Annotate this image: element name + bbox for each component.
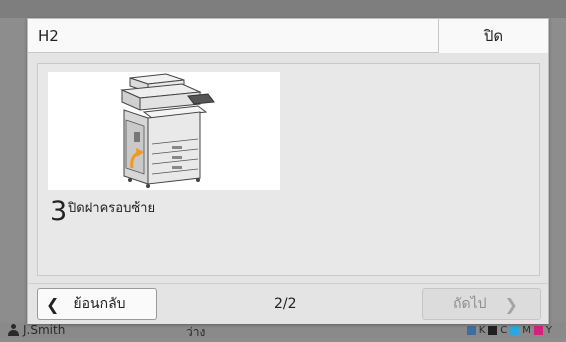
toner-c-swatch (510, 326, 520, 335)
instruction-panel: 3 ปิดฝาครอบซ้าย (37, 63, 540, 276)
toner-status-icon (466, 326, 476, 335)
page-indicator: 2/2 (274, 296, 297, 312)
background-user: J.Smith (8, 322, 65, 338)
dialog-title-bar: H2 ปิด (28, 19, 548, 53)
background-user-name: J.Smith (23, 323, 66, 337)
step-number: 3 (50, 196, 68, 227)
back-button-label: ย้อนกลับ (73, 296, 126, 312)
background-status-bar: J.Smith ว่าง K C M Y (0, 322, 566, 339)
close-button[interactable]: ปิด (438, 19, 548, 53)
back-button[interactable]: ❮ ย้อนกลับ (37, 288, 157, 320)
dialog-title: H2 (38, 27, 59, 45)
toner-c-label: C (500, 325, 508, 336)
toner-m-label: M (522, 325, 531, 336)
step-instruction: ปิดฝาครอบซ้าย (68, 201, 156, 216)
user-icon (8, 324, 19, 336)
toner-levels: K C M Y (466, 325, 552, 336)
toner-y-label: Y (545, 325, 552, 336)
background-top-bar (0, 0, 566, 18)
next-button[interactable]: ถัดไป ❯ (422, 288, 541, 320)
chevron-right-icon: ❯ (504, 294, 518, 314)
dialog-footer: ❮ ย้อนกลับ 2/2 ถัดไป ❯ (28, 283, 548, 324)
toner-m-swatch (533, 326, 543, 335)
chevron-left-icon: ❮ (46, 294, 60, 314)
background-status-text: ว่าง (186, 325, 206, 339)
next-button-label: ถัดไป (453, 296, 487, 312)
toner-k-label: K (478, 325, 486, 336)
procedure-dialog: H2 ปิด 3 ปิดฝาครอบซ้าย ❮ ย้อนกลับ 2/2 ถั… (27, 18, 549, 324)
printer-icon (120, 73, 215, 188)
toner-k-swatch (488, 326, 498, 335)
printer-illustration (48, 72, 280, 190)
